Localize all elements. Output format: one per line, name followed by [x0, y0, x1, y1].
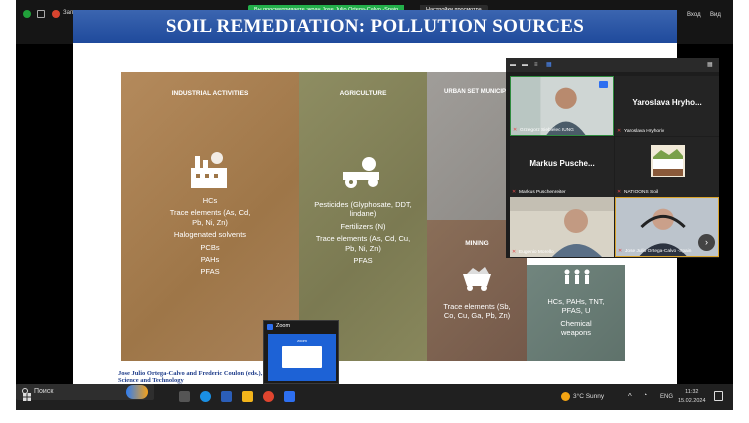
participant-name: Yaroslava Hryhoriv	[624, 129, 665, 134]
list-item: PFAS	[200, 267, 220, 277]
mic-muted-icon: ✕	[512, 249, 517, 255]
slide-header: SOIL REMEDIATION: POLLUTION SOURCES	[73, 10, 677, 43]
participant-tile[interactable]: ✕ NATIOONS Soil	[615, 137, 719, 197]
mic-muted-icon: ✕	[512, 189, 517, 195]
list-item: Trace elements (As, Cd, Cu, Pb, Ni, Zn)	[315, 234, 411, 253]
list-item: Chemical weapons	[560, 318, 592, 338]
zoom-preview-label: zoom	[297, 338, 307, 343]
search-highlight-icon[interactable]	[126, 385, 148, 399]
mine-cart-icon	[463, 267, 491, 291]
participant-name: NATIOONS Soil	[624, 190, 659, 195]
list-item: Pesticides (Glyphosate, DDT, lindane)	[314, 200, 412, 219]
weather-icon	[561, 392, 570, 401]
list-item: HCs, PAHs, TNT, PFAS, U	[547, 297, 605, 316]
panel-list: Pesticides (Glyphosate, DDT, lindane) Fe…	[299, 200, 427, 268]
participant-name: Eugenio Morello	[519, 250, 554, 255]
strip-view-icon[interactable]: ▬	[522, 62, 528, 68]
panel-title: AGRICULTURE	[339, 90, 387, 97]
list-item: PFAS	[353, 255, 373, 265]
view-button[interactable]: Вид	[710, 12, 721, 18]
participant-tile[interactable]: ✕ Grzegorz Siebielec IUNG	[510, 76, 614, 136]
language-indicator[interactable]: ENG	[660, 394, 673, 400]
participants-panel: ▬ ▬ ≡ ▦ ▦ ✕ Grzegorz Siebielec IUNG Yaro…	[506, 58, 719, 258]
zoom-window: Запись Вы просматриваете экран Jose Juli…	[16, 0, 733, 410]
grid-icon[interactable]	[37, 10, 45, 18]
expand-icon[interactable]: ▦	[707, 62, 713, 68]
slide-title: SOIL REMEDIATION: POLLUTION SOURCES	[165, 16, 585, 37]
list-item: PAHs	[200, 254, 220, 264]
nations-logo	[651, 145, 685, 177]
list-item: PCBs	[200, 242, 220, 252]
zoom-preview-dialog	[282, 346, 322, 368]
notification-icon[interactable]	[714, 391, 723, 401]
tractor-icon	[343, 157, 379, 188]
weather-text[interactable]: 3°C Sunny	[573, 393, 604, 400]
list-view-icon[interactable]: ≡	[534, 62, 538, 68]
panel-list: HCs, PAHs, TNT, PFAS, U Chemical weapons	[527, 297, 625, 341]
participant-name: Grzegorz Siebielec IUNG	[520, 128, 574, 133]
next-page-button[interactable]: ›	[698, 234, 715, 251]
list-item: HCs	[202, 196, 218, 205]
record-icon[interactable]	[52, 10, 60, 18]
clock-date: 15.02.2024	[678, 398, 706, 404]
task-view-icon[interactable]	[179, 391, 190, 402]
panel-warfare: HCs, PAHs, TNT, PFAS, U Chemical weapons	[527, 265, 625, 361]
windows-start-icon[interactable]	[23, 393, 31, 401]
mic-muted-icon: ✕	[617, 189, 622, 195]
panel-agriculture: AGRICULTURE Pesticides (Glyphosate, DDT,…	[299, 72, 427, 361]
search-icon	[22, 388, 28, 394]
zoom-preview-title: Zoom	[276, 323, 291, 329]
mic-muted-icon: ✕	[617, 128, 622, 134]
mic-muted-icon: ✕	[618, 248, 623, 254]
zoom-taskbar-preview[interactable]: Zoom zoom	[263, 320, 339, 384]
participant-tile[interactable]: Yaroslava Hryho... ✕ Yaroslava Hryhoriv	[615, 76, 719, 136]
gallery-view-icon[interactable]: ▦	[546, 62, 552, 68]
signin-button[interactable]: Вход	[687, 12, 701, 18]
clock-time: 11:32	[685, 389, 699, 395]
list-item: Halogenated solvents	[173, 230, 247, 240]
panel-list: Trace elements (Sb, Co, Cu, Ga, Pb, Zn)	[443, 302, 511, 321]
panel-title: INDUSTRIAL ACTIVITIES	[171, 90, 249, 97]
list-item: Fertilizers (N)	[340, 221, 386, 231]
participant-display-name: Markus Pusche...	[529, 159, 595, 168]
edge-icon[interactable]	[200, 391, 211, 402]
camera-video	[510, 197, 614, 257]
participant-tile[interactable]: Markus Pusche... ✕ Markus Puschenreiter	[510, 137, 614, 197]
share-indicator	[599, 81, 608, 88]
panel-industrial: INDUSTRIAL ACTIVITIES HCs Trace elements…	[121, 72, 299, 361]
zoom-taskbar-icon[interactable]	[284, 391, 295, 402]
participants-toolbar: ▬ ▬ ≡ ▦ ▦	[506, 58, 719, 72]
file-explorer-icon[interactable]	[242, 391, 253, 402]
factory-icon	[191, 152, 227, 188]
list-item: Trace elements (As, Cd, Pb, Ni, Zn)	[169, 208, 251, 227]
participant-tile[interactable]: ✕ Eugenio Morello	[510, 197, 614, 257]
minimize-icon[interactable]: ▬	[510, 62, 516, 68]
taskbar-search[interactable]: Поиск	[16, 384, 154, 400]
windows-taskbar: Поиск 3°C Sunny ^ ◔ ENG 11:32 15.02.2024	[16, 384, 733, 410]
shield-icon[interactable]	[23, 10, 31, 18]
participant-name: Markus Puschenreiter	[519, 190, 566, 195]
search-placeholder: Поиск	[34, 388, 54, 395]
network-icon[interactable]: ◔	[643, 392, 647, 399]
tray-chevron-icon[interactable]: ^	[628, 392, 632, 401]
mic-muted-icon: ✕	[513, 127, 518, 133]
camera-video	[511, 77, 613, 135]
chrome-icon[interactable]	[263, 391, 274, 402]
panel-list: HCs Trace elements (As, Cd, Pb, Ni, Zn) …	[121, 196, 299, 280]
zoom-preview-thumbnail: zoom	[268, 334, 336, 381]
word-icon[interactable]	[221, 391, 232, 402]
soldiers-icon	[564, 269, 590, 284]
participant-name: Jose Julio Ortega-Calvo -Spain	[625, 249, 692, 254]
clock[interactable]: 11:32 15.02.2024	[678, 388, 706, 406]
participant-display-name: Yaroslava Hryho...	[632, 98, 702, 107]
